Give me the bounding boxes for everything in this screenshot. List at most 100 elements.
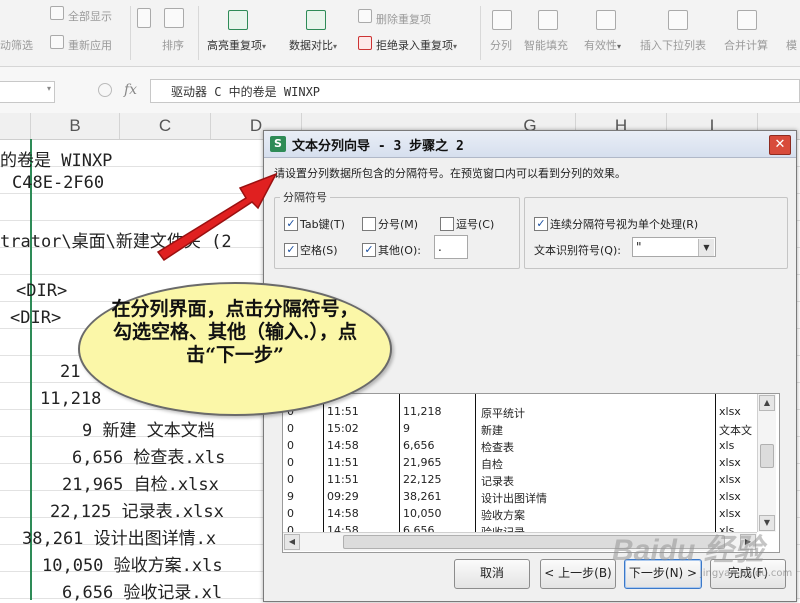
preview-cell: xlsx [719, 507, 741, 520]
preview-cell: 新建 [481, 424, 503, 437]
vertical-scrollbar[interactable]: ▲ ▼ [757, 394, 776, 532]
zoom-icon[interactable] [98, 83, 112, 97]
formula-input[interactable]: 驱动器 C 中的卷是 WINXP [150, 79, 800, 103]
smart-fill-button[interactable]: 智能填充 [524, 37, 568, 53]
insert-dropdown-button[interactable]: 插入下拉列表 [640, 37, 706, 53]
preview-cell: 9 [403, 422, 410, 435]
cell-text[interactable]: 22,125 记录表.xlsx [50, 497, 224, 522]
merge-calc-button[interactable]: 合并计算 [724, 37, 768, 53]
scroll-up-icon[interactable]: ▲ [759, 395, 775, 411]
cell-text[interactable]: 21 [60, 362, 80, 382]
cell-text[interactable]: 6,656 验收记录.xl [62, 578, 222, 603]
preview-row: 0 11:51 22,125 记录表 xlsx [283, 471, 763, 489]
consecutive-checkbox[interactable]: ✓ [534, 217, 548, 231]
column-break-line [323, 394, 324, 532]
tab-checkbox-label: Tab键(T) [300, 218, 345, 231]
validity-icon [596, 10, 616, 30]
scroll-left-icon[interactable]: ◀ [284, 534, 300, 550]
preview-row: 0 14:58 6,656 检查表 xls [283, 437, 763, 455]
preview-cell: 22,125 [403, 473, 442, 486]
preview-cell: 15:02 [327, 422, 359, 435]
reject-duplicates-button[interactable]: 拒绝录入重复项▾ [376, 37, 457, 53]
preview-cell: 原平统计 [481, 407, 525, 420]
cell-text[interactable]: C48E-2F60 [12, 173, 104, 193]
preview-cell: 文本文 [719, 424, 752, 437]
preview-cell: 10,050 [403, 507, 442, 520]
cell-text[interactable]: 6,656 检查表.xls [72, 443, 225, 468]
scroll-thumb[interactable] [760, 444, 774, 468]
highlight-duplicates-button[interactable]: 高亮重复项▾ [207, 37, 266, 53]
cell-text[interactable]: 9 新建 文本文档 [82, 416, 215, 441]
simulate-button[interactable]: 模 [786, 37, 797, 53]
ribbon-toolbar: 全部显示 重新应用 动筛选 排序 高亮重复项▾ 数据对比▾ 删除重复项 拒绝录入… [0, 0, 800, 67]
semicolon-checkbox[interactable] [362, 217, 376, 231]
cell-text[interactable]: 的卷是 WINXP [0, 146, 112, 171]
preview-cell: 0 [287, 507, 294, 520]
cell-text[interactable]: <DIR> [16, 281, 67, 301]
comma-checkbox[interactable] [440, 217, 454, 231]
preview-cell: 6,656 [403, 439, 435, 452]
split-column-button[interactable]: 分列 [490, 37, 512, 53]
other-checkbox[interactable]: ✓ [362, 243, 376, 257]
cell-text[interactable]: 11,218 [40, 389, 101, 409]
delete-duplicates-button[interactable]: 删除重复项 [376, 11, 431, 27]
delimiter-group [274, 197, 520, 269]
preview-row: 0 11:51 21,965 自检 xlsx [283, 454, 763, 472]
sort-asc-icon[interactable] [137, 8, 151, 28]
preview-cell: xlsx [719, 456, 741, 469]
cancel-button[interactable]: 取消 [454, 559, 530, 589]
preview-cell: 11:51 [327, 405, 359, 418]
preview-cell: xlsx [719, 490, 741, 503]
preview-cell: 设计出图详情 [481, 492, 547, 505]
fx-icon[interactable]: fx [124, 82, 137, 98]
baidu-watermark: Baidu 经验 [612, 534, 764, 567]
preview-cell: xlsx [719, 405, 741, 418]
reapply-button[interactable]: 重新应用 [68, 37, 112, 53]
callout-text: 在分列界面，点击分隔符号，勾选空格、其他（输入.），点击“下一步” [111, 298, 359, 366]
data-compare-icon [306, 10, 326, 30]
preview-cell: 21,965 [403, 456, 442, 469]
cell-text[interactable]: 38,261 设计出图详情.x [22, 524, 216, 549]
column-header-c[interactable]: C [120, 113, 211, 139]
close-button[interactable]: ✕ [769, 135, 791, 155]
dialog-titlebar[interactable]: S 文本分列向导 - 3 步骤之 2 ✕ [264, 131, 796, 158]
semicolon-checkbox-label: 分号(M) [378, 218, 419, 231]
other-delimiter-input[interactable]: . [434, 235, 468, 259]
preview-cell: 11,218 [403, 405, 442, 418]
chevron-down-icon[interactable]: ▼ [698, 239, 714, 256]
red-arrow-annotation [156, 172, 278, 262]
merge-calc-icon [737, 10, 757, 30]
preview-cell: 11:51 [327, 473, 359, 486]
sort-icon[interactable] [164, 8, 184, 28]
column-header-b[interactable]: B [31, 113, 120, 139]
data-compare-button[interactable]: 数据对比▾ [289, 37, 337, 53]
column-header-a[interactable] [0, 113, 31, 139]
preview-cell: 自检 [481, 458, 503, 471]
qualifier-select[interactable]: " ▼ [632, 237, 716, 257]
formula-bar: ▾ fx 驱动器 C 中的卷是 WINXP [0, 67, 800, 114]
preview-cell: 09:29 [327, 490, 359, 503]
preview-row: 0 15:02 9 新建 文本文 [283, 420, 763, 438]
column-break-line [475, 394, 476, 532]
preview-cell: 验收方案 [481, 509, 525, 522]
cell-text[interactable]: 21,965 自检.xlsx [62, 470, 219, 495]
cell-text[interactable]: 10,050 验收方案.xls [42, 551, 223, 576]
sort-button[interactable]: 排序 [162, 37, 184, 53]
other-checkbox-label: 其他(O): [378, 244, 421, 257]
comma-checkbox-label: 逗号(C) [456, 218, 495, 231]
consecutive-checkbox-label: 连续分隔符号视为单个处理(R) [550, 218, 699, 231]
preview-cell: xls [719, 439, 735, 452]
show-all-icon [50, 6, 64, 20]
cell-text[interactable]: <DIR> [10, 308, 61, 328]
validity-button[interactable]: 有效性▾ [584, 37, 621, 53]
split-column-icon [492, 10, 512, 30]
show-all-button[interactable]: 全部显示 [68, 8, 112, 24]
preview-cell: 11:51 [327, 456, 359, 469]
preview-cell: 14:58 [327, 507, 359, 520]
preview-row: 9 09:29 38,261 设计出图详情 xlsx [283, 488, 763, 506]
preview-cell: 0 [287, 456, 294, 469]
auto-filter-button[interactable]: 动筛选 [0, 37, 33, 53]
back-button[interactable]: < 上一步(B) [540, 559, 616, 589]
name-box[interactable]: ▾ [0, 81, 55, 103]
preview-row: 011:5111,218原平统计xlsx [283, 403, 763, 421]
